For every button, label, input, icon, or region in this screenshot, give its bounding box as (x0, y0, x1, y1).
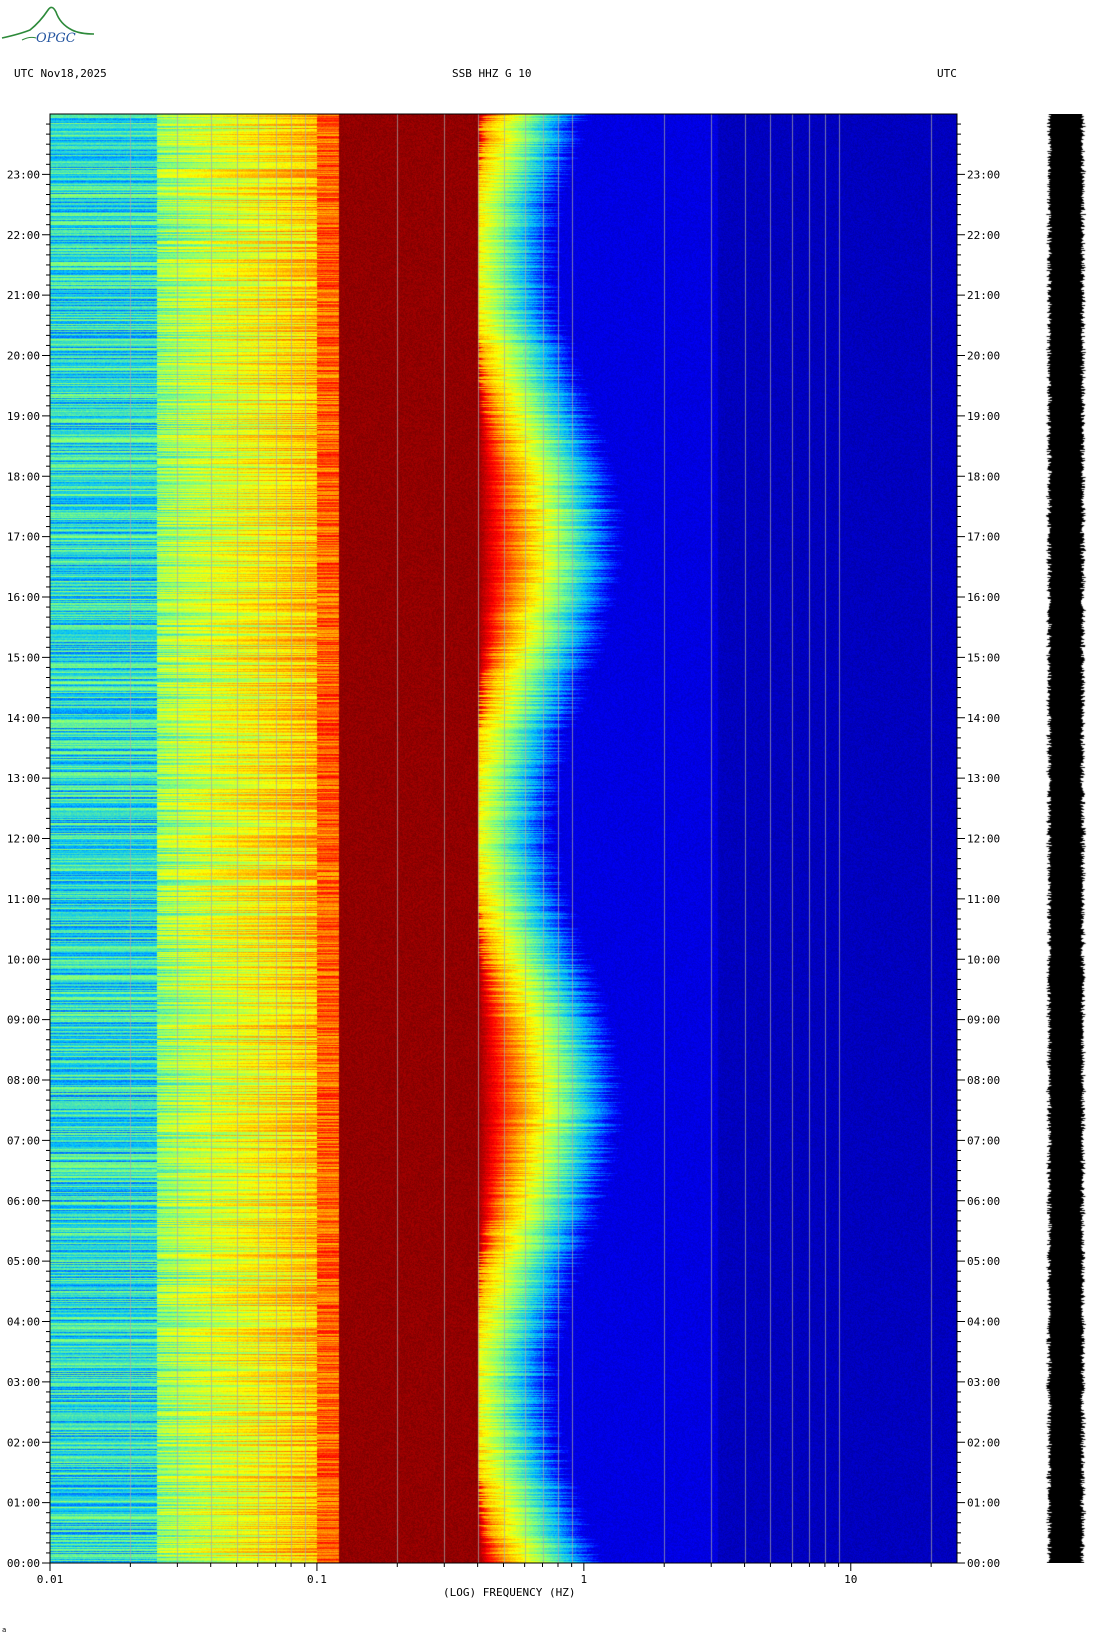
x-tick-label: 1 (581, 1573, 588, 1586)
y-tick-label-right: 10:00 (967, 953, 1000, 966)
opgc-logo: OPGC (1, 6, 95, 46)
y-tick-label-right: 20:00 (967, 350, 1000, 363)
y-tick-label-right: 19:00 (967, 410, 1000, 423)
x-axis: 0.01 0.1 1 10 (37, 1563, 932, 1586)
y-tick-label-right: 12:00 (967, 833, 1000, 846)
y-tick-label-right: 05:00 (967, 1255, 1000, 1268)
y-tick-label-right: 14:00 (967, 712, 1000, 725)
y-tick-label-left: 14:00 (7, 712, 40, 725)
y-tick-label-left: 20:00 (7, 350, 40, 363)
y-tick-label-left: 22:00 (7, 229, 40, 242)
y-tick-label-right: 08:00 (967, 1074, 1000, 1087)
y-tick-label-left: 04:00 (7, 1316, 40, 1329)
y-tick-label-right: 13:00 (967, 772, 1000, 785)
y-tick-label-right: 16:00 (967, 591, 1000, 604)
y-tick-label-left: 03:00 (7, 1376, 40, 1389)
y-tick-label-right: 01:00 (967, 1497, 1000, 1510)
seismic-trace (1030, 114, 1102, 1563)
y-tick-label-left: 00:00 (7, 1557, 40, 1570)
y-tick-label-left: 01:00 (7, 1497, 40, 1510)
y-tick-label-right: 04:00 (967, 1316, 1000, 1329)
y-tick-label-left: 11:00 (7, 893, 40, 906)
y-tick-label-left: 19:00 (7, 410, 40, 423)
y-tick-label-right: 21:00 (967, 289, 1000, 302)
right-utc-label: UTC (937, 67, 957, 80)
y-tick-label-right: 02:00 (967, 1436, 1000, 1449)
y-tick-label-left: 16:00 (7, 591, 40, 604)
y-tick-label-right: 22:00 (967, 229, 1000, 242)
y-tick-label-left: 10:00 (7, 953, 40, 966)
y-tick-label-left: 13:00 (7, 772, 40, 785)
y-tick-label-left: 05:00 (7, 1255, 40, 1268)
y-tick-label-left: 08:00 (7, 1074, 40, 1087)
station-label: SSB HHZ G 10 (452, 67, 532, 80)
y-tick-label-left: 06:00 (7, 1195, 40, 1208)
y-axis-right: 00:00 01:00 02:00 03:00 04:00 05:00 06:00 07:00… (957, 168, 1000, 1570)
y-tick-label-right: 18:00 (967, 470, 1000, 483)
logo-text: OPGC (36, 31, 76, 46)
y-tick-label-right: 00:00 (967, 1557, 1000, 1570)
y-tick-label-left: 18:00 (7, 470, 40, 483)
x-tick-label: 0.1 (307, 1573, 327, 1586)
x-tick-label: 10 (844, 1573, 857, 1586)
y-tick-label-right: 11:00 (967, 893, 1000, 906)
y-tick-label-left: 17:00 (7, 531, 40, 544)
y-tick-label-left: 23:00 (7, 168, 40, 181)
utc-date-label: UTC Nov18,2025 (14, 67, 107, 80)
y-tick-label-left: 02:00 (7, 1436, 40, 1449)
y-tick-label-right: 15:00 (967, 651, 1000, 664)
x-axis-label: (LOG) FREQUENCY (HZ) (443, 1586, 575, 1599)
y-tick-label-left: 07:00 (7, 1134, 40, 1147)
y-tick-label-right: 09:00 (967, 1014, 1000, 1027)
y-tick-label-right: 07:00 (967, 1134, 1000, 1147)
spectrogram-heatmap (50, 114, 957, 1563)
y-tick-label-right: 17:00 (967, 531, 1000, 544)
y-tick-label-right: 06:00 (967, 1195, 1000, 1208)
x-tick-label: 0.01 (37, 1573, 64, 1586)
y-tick-label-left: 12:00 (7, 833, 40, 846)
y-tick-label-right: 03:00 (967, 1376, 1000, 1389)
footnote-mark: a (2, 1626, 6, 1634)
y-tick-label-left: 21:00 (7, 289, 40, 302)
y-tick-label-left: 15:00 (7, 651, 40, 664)
y-tick-label-right: 23:00 (967, 168, 1000, 181)
y-tick-label-left: 09:00 (7, 1014, 40, 1027)
